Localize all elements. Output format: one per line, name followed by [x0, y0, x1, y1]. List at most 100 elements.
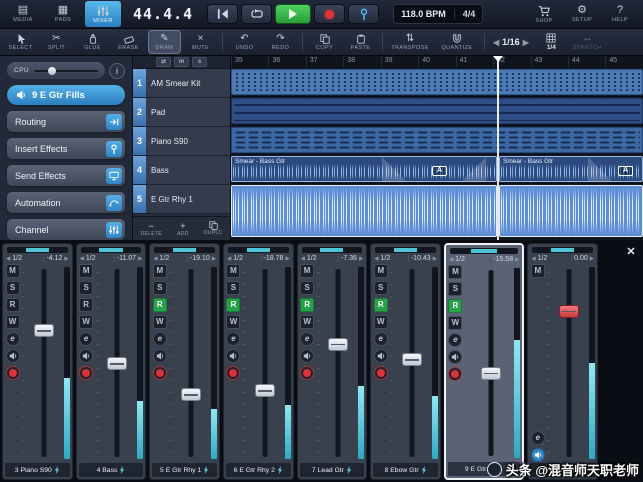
midi-clip-piano[interactable] [231, 127, 643, 153]
time-position-display[interactable]: 44.4.4 [133, 5, 193, 23]
record-arm-button[interactable] [6, 366, 20, 380]
record-arm-button[interactable] [226, 366, 240, 380]
track-row-4[interactable]: 4 Bass [133, 156, 230, 185]
selected-track-button[interactable]: 9 E Gtr Fills [7, 85, 125, 105]
draw-tool-button[interactable]: ✎ DRAW [148, 30, 181, 54]
write-automation-button[interactable]: W [448, 316, 462, 330]
strip-name[interactable]: 8 Ebow Gtr [373, 463, 438, 477]
cpu-meter[interactable]: CPU [7, 62, 105, 79]
media-button[interactable]: ▤ MEDIA [5, 1, 41, 27]
track-row-5[interactable]: 5 E Gtr Rhy 1 [133, 185, 230, 214]
erase-tool-button[interactable]: ERASE [112, 30, 145, 54]
tempo-display[interactable]: 118.0 BPM 4/4 [393, 4, 483, 24]
add-track-button[interactable]: + ADD [177, 221, 188, 237]
monitor-button[interactable] [374, 349, 388, 363]
strip-name[interactable]: 7 Lead Gtr [300, 463, 365, 477]
pan-value[interactable]: 1/2 [160, 255, 170, 262]
strip-name[interactable]: 4 Bass [79, 463, 144, 477]
fader-handle[interactable] [255, 384, 275, 397]
write-automation-button[interactable]: W [79, 315, 93, 329]
loop-button[interactable] [241, 4, 272, 24]
pads-button[interactable]: ▦ PADS [45, 1, 81, 27]
record-arm-button[interactable] [374, 366, 388, 380]
monitor-button[interactable] [448, 350, 462, 364]
paste-button[interactable]: PASTE [344, 30, 377, 54]
pan-right-icon[interactable]: ▶ [212, 256, 216, 262]
input-monitor-button[interactable] [348, 4, 379, 24]
write-automation-button[interactable]: W [153, 315, 167, 329]
solo-button[interactable]: S [226, 281, 240, 295]
grid-decrease-icon[interactable]: ◀ [493, 38, 499, 47]
pan-left-icon[interactable]: ◀ [80, 256, 84, 262]
mute-button[interactable]: M [226, 264, 240, 278]
transpose-button[interactable]: ⇅ TRANSPOSE [388, 30, 432, 54]
solo-button[interactable]: S [6, 281, 20, 295]
read-automation-button[interactable]: R [6, 298, 20, 312]
pan-value[interactable]: 1/2 [381, 255, 391, 262]
track-row-2[interactable]: 2 Pad [133, 98, 230, 127]
quantize-button[interactable]: QUANTIZE [435, 30, 479, 54]
strip-name[interactable]: 3 Piano S90 [5, 463, 70, 477]
send-effects-button[interactable]: Send Effects [7, 165, 125, 186]
goto-previous-marker-button[interactable] [207, 4, 238, 24]
midi-clip-pad[interactable] [231, 98, 643, 124]
solo-all-button[interactable]: s [192, 57, 207, 67]
fader-handle[interactable] [481, 367, 501, 380]
audio-clip-guitar-right[interactable] [499, 185, 643, 237]
stretch-tool-button[interactable]: ↔ STRETCH [571, 30, 604, 54]
volume-fader[interactable] [317, 266, 357, 460]
pan-value[interactable]: 1/2 [12, 255, 22, 262]
volume-fader[interactable] [96, 266, 136, 460]
read-automation-button[interactable]: R [226, 298, 240, 312]
read-automation-button[interactable]: R [153, 298, 167, 312]
pan-left-icon[interactable]: ◀ [6, 256, 10, 262]
monitor-button[interactable] [300, 349, 314, 363]
glue-tool-button[interactable]: GLUE [76, 30, 109, 54]
edit-channel-button[interactable]: e [226, 332, 240, 346]
volume-fader[interactable] [243, 266, 283, 460]
write-automation-button[interactable]: W [6, 315, 20, 329]
split-tool-button[interactable]: ✂ SPLIT [40, 30, 73, 54]
mute-button[interactable]: M [448, 265, 462, 279]
mixer-button[interactable]: MIXER [85, 1, 121, 27]
solo-button[interactable]: S [300, 281, 314, 295]
delete-track-button[interactable]: − DELETE [141, 221, 162, 237]
record-arm-button[interactable] [448, 367, 462, 381]
arrange-area[interactable]: 35 36 37 38 39 40 41 42 43 44 45 46 [231, 56, 643, 240]
record-arm-button[interactable] [153, 366, 167, 380]
automation-badge[interactable]: A [432, 166, 447, 176]
master-volume-fader[interactable] [547, 266, 587, 460]
pan-right-icon[interactable]: ▶ [433, 256, 437, 262]
record-button[interactable] [314, 4, 345, 24]
help-button[interactable]: ? HELP [602, 1, 638, 27]
pan-left-icon[interactable]: ◀ [374, 256, 378, 262]
audio-clip-bass-left[interactable]: Smear - Bass Gtr A [231, 156, 497, 182]
pan-value[interactable]: 1/2 [86, 255, 96, 262]
track-row-1[interactable]: 1 AM Smear Kit [133, 69, 230, 98]
solo-button[interactable]: S [448, 282, 462, 296]
pan-right-icon[interactable]: ▶ [138, 256, 142, 262]
read-automation-button[interactable]: R [300, 298, 314, 312]
edit-channel-button[interactable]: e [374, 332, 388, 346]
pan-right-icon[interactable]: ▶ [590, 256, 594, 262]
pan-left-icon[interactable]: ◀ [449, 257, 453, 263]
monitor-button[interactable] [226, 349, 240, 363]
solo-button[interactable]: S [153, 281, 167, 295]
master-fader-handle[interactable] [559, 305, 579, 318]
select-tool-button[interactable]: SELECT [4, 30, 37, 54]
undo-button[interactable]: ↶ UNDO [228, 30, 261, 54]
snap-grid-button[interactable]: 1/4 [535, 30, 568, 54]
automation-button[interactable]: Automation [7, 192, 125, 213]
volume-fader[interactable] [465, 267, 512, 459]
mute-button[interactable]: M [374, 264, 388, 278]
pan-left-icon[interactable]: ◀ [227, 256, 231, 262]
pan-right-icon[interactable]: ▶ [64, 256, 68, 262]
mute-all-button[interactable]: m [174, 57, 189, 67]
setup-button[interactable]: ⚙ SETUP [564, 1, 600, 27]
monitor-button[interactable] [6, 349, 20, 363]
volume-fader[interactable] [22, 266, 62, 460]
pan-right-icon[interactable]: ▶ [515, 257, 519, 263]
read-automation-button[interactable]: R [374, 298, 388, 312]
pan-left-icon[interactable]: ◀ [531, 256, 535, 262]
solo-button[interactable]: S [79, 281, 93, 295]
